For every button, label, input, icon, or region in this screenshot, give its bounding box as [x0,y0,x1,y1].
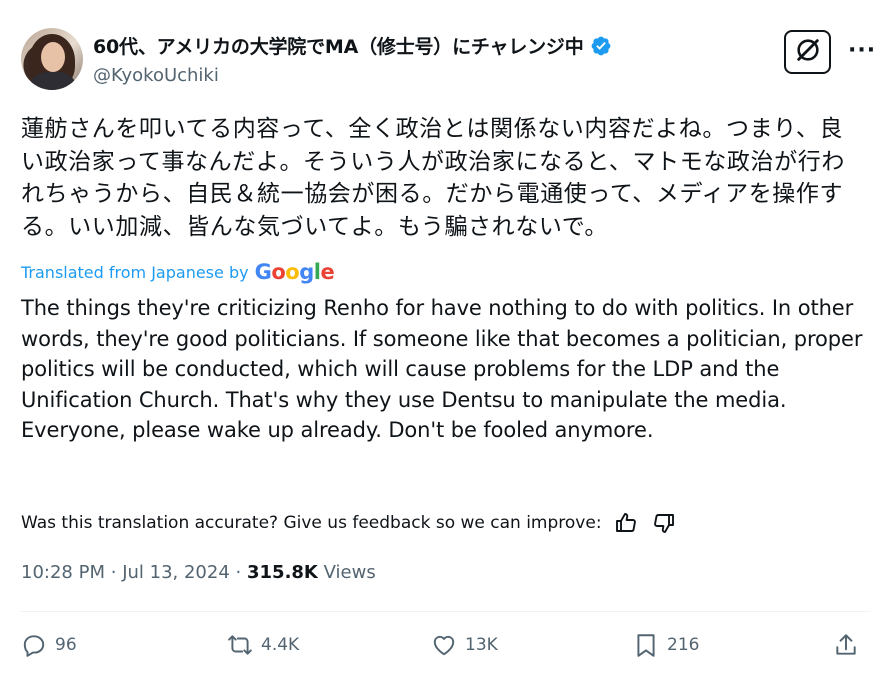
views-label: Views [323,562,376,583]
more-icon[interactable]: ··· [848,38,876,63]
reply-count: 96 [55,635,77,655]
bookmark-count: 216 [667,635,700,655]
translation-attribution: Translated from Japanese by Google [21,260,335,284]
avatar-body [31,72,75,90]
user-handle[interactable]: @KyokoUchiki [93,65,219,86]
tweet-translation-text: The things they're criticizing Renho for… [21,296,863,442]
like-count: 13K [465,635,498,655]
meta-separator: · [110,562,117,583]
repost-button[interactable]: 4.4K [227,632,299,658]
bookmark-button[interactable]: 216 [633,632,699,658]
repost-count: 4.4K [261,635,300,655]
thumbs-down-icon[interactable] [650,509,678,537]
views-count: 315.8K [247,562,318,583]
grok-button[interactable] [784,30,831,74]
thumbs-up-icon[interactable] [612,509,640,537]
bookmark-icon [637,634,655,657]
like-button[interactable]: 13K [431,632,498,658]
reply-button[interactable]: 96 [21,632,77,658]
feedback-prompt: Was this translation accurate? Give us f… [21,513,602,533]
tweet-original-text: 蓮舫さんを叩いてる内容って、全く政治とは関係ない内容だよね。つまり、良い政治家っ… [21,116,845,240]
reply-icon [23,635,45,657]
display-name[interactable]: 60代、アメリカの大学院でMA（修士号）にチャレンジ中 [93,32,584,59]
verified-badge-icon [590,35,612,57]
grok-icon [794,36,822,68]
avatar-face [41,42,65,72]
tweet-time[interactable]: 10:28 PM [21,562,105,583]
divider [21,611,871,612]
share-button[interactable] [833,632,859,658]
heart-icon [433,635,455,656]
share-icon [836,634,856,655]
repost-icon [228,635,252,655]
translation-feedback: Was this translation accurate? Give us f… [21,509,678,537]
translated-from-label[interactable]: Translated from Japanese by [21,263,249,282]
action-bar: 96 4.4K 13K 216 [21,632,871,668]
tweet-header: 60代、アメリカの大学院でMA（修士号）にチャレンジ中 @KyokoUchiki [21,28,871,92]
tweet-meta: 10:28 PM · Jul 13, 2024 · 315.8K Views [21,562,376,583]
meta-separator-2: · [235,562,242,583]
google-logo: Google [254,260,335,284]
tweet-date[interactable]: Jul 13, 2024 [122,562,230,583]
avatar[interactable] [21,28,83,90]
name-line: 60代、アメリカの大学院でMA（修士号）にチャレンジ中 [93,32,612,59]
